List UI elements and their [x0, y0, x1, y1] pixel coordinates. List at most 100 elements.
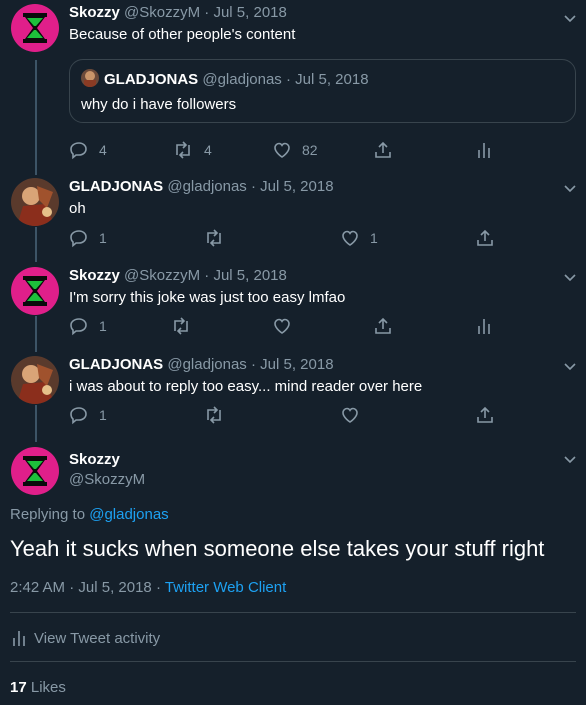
display-name[interactable]: GLADJONAS [69, 356, 163, 373]
tweet-time[interactable]: 2:42 AM [10, 579, 65, 596]
separator: · [204, 4, 210, 21]
timestamp[interactable]: Jul 5, 2018 [213, 4, 286, 21]
tweet-meta: 2:42 AM · Jul 5, 2018 · Twitter Web Clie… [10, 579, 286, 596]
analytics-button[interactable] [475, 316, 493, 336]
handle[interactable]: @SkozzyM [124, 4, 200, 21]
handle[interactable]: @gladjonas [167, 178, 246, 195]
thread-connector [35, 227, 37, 262]
analytics-icon [13, 631, 25, 646]
heart-icon [274, 318, 290, 334]
display-name[interactable]: Skozzy [69, 4, 120, 21]
retweet-icon [207, 406, 221, 424]
tweet-header: Skozzy @SkozzyM · Jul 5, 2018 [69, 267, 287, 284]
chevron-down-icon[interactable] [562, 358, 578, 374]
quote-timestamp: Jul 5, 2018 [295, 71, 369, 88]
chevron-down-icon[interactable] [562, 10, 578, 26]
timestamp[interactable]: Jul 5, 2018 [260, 356, 333, 373]
reply-count: 4 [99, 142, 107, 158]
tweet-header: Skozzy @SkozzyM · Jul 5, 2018 [69, 4, 287, 21]
client-link[interactable]: Twitter Web Client [165, 579, 286, 596]
reply-icon [70, 230, 87, 248]
avatar[interactable] [11, 267, 59, 315]
reply-button[interactable]: 1 [69, 405, 107, 425]
quote-text: why do i have followers [81, 96, 237, 113]
quote-handle: @gladjonas [202, 71, 282, 88]
avatar[interactable] [11, 356, 59, 404]
avatar[interactable] [11, 178, 59, 226]
handle[interactable]: @SkozzyM [124, 267, 200, 284]
likes-label: Likes [30, 679, 66, 696]
share-icon [477, 229, 493, 246]
analytics-icon [478, 319, 490, 334]
share-button[interactable] [475, 228, 495, 248]
retweet-button[interactable] [203, 405, 225, 425]
tweet-text: oh [69, 200, 86, 217]
reply-button[interactable]: 4 [69, 140, 107, 160]
retweet-button[interactable] [170, 316, 192, 336]
retweet-count: 4 [204, 142, 212, 158]
retweet-button[interactable]: 4 [172, 140, 212, 160]
reply-icon [70, 318, 87, 336]
avatar[interactable] [11, 447, 59, 495]
timestamp[interactable]: Jul 5, 2018 [213, 267, 286, 284]
retweet-button[interactable] [203, 228, 225, 248]
separator: · [250, 178, 256, 195]
share-icon [375, 141, 391, 158]
share-button[interactable] [373, 140, 393, 160]
retweet-icon [176, 141, 190, 159]
handle[interactable]: @SkozzyM [69, 471, 145, 488]
like-count: 1 [370, 230, 378, 246]
quoted-tweet[interactable]: GLADJONAS @gladjonas · Jul 5, 2018 why d… [69, 59, 576, 123]
separator: · [285, 71, 291, 88]
heart-icon [342, 230, 358, 246]
reply-button[interactable]: 1 [69, 316, 107, 336]
reply-count: 1 [99, 407, 107, 423]
replying-to: Replying to @gladjonas [10, 506, 169, 523]
chevron-down-icon[interactable] [562, 451, 578, 467]
timestamp[interactable]: Jul 5, 2018 [260, 178, 333, 195]
replying-to-label: Replying to [10, 506, 86, 523]
tweet-text: I'm sorry this joke was just too easy lm… [69, 289, 346, 306]
like-button[interactable] [272, 316, 292, 336]
share-icon [477, 406, 493, 423]
display-name[interactable]: GLADJONAS [69, 178, 163, 195]
handle[interactable]: @gladjonas [167, 356, 246, 373]
divider [10, 661, 576, 662]
main-tweet-text: Yeah it sucks when someone else takes yo… [10, 536, 545, 561]
chevron-down-icon[interactable] [562, 269, 578, 285]
reply-button[interactable]: 1 [69, 228, 107, 248]
divider [10, 612, 576, 613]
separator: · [250, 356, 256, 373]
tweet-text: i was about to reply too easy... mind re… [69, 378, 423, 395]
display-name[interactable]: Skozzy [69, 267, 120, 284]
tweet-header: GLADJONAS @gladjonas · Jul 5, 2018 [69, 356, 334, 373]
quote-header: GLADJONAS @gladjonas · Jul 5, 2018 [104, 71, 369, 88]
thread-connector [35, 316, 37, 352]
share-button[interactable] [475, 405, 495, 425]
likes-count-link[interactable]: 17 Likes [10, 679, 66, 696]
analytics-button[interactable] [475, 140, 493, 160]
reply-count: 1 [99, 318, 107, 334]
avatar[interactable] [11, 4, 59, 52]
display-name[interactable]: Skozzy [69, 451, 120, 468]
like-count: 82 [302, 142, 318, 158]
thread-connector [35, 60, 37, 175]
replying-to-link[interactable]: @gladjonas [89, 506, 168, 523]
chevron-down-icon[interactable] [562, 180, 578, 196]
reply-icon [70, 142, 87, 160]
like-button[interactable]: 82 [272, 140, 318, 160]
tweet-text: Because of other people's content [69, 26, 296, 43]
share-button[interactable] [373, 316, 393, 336]
retweet-icon [174, 317, 188, 335]
thread-connector [35, 405, 37, 442]
like-button[interactable]: 1 [340, 228, 378, 248]
heart-icon [342, 407, 358, 423]
likes-count: 17 [10, 679, 27, 696]
share-icon [375, 317, 391, 334]
separator: · [69, 579, 75, 596]
like-button[interactable] [340, 405, 360, 425]
tweet-date[interactable]: Jul 5, 2018 [78, 579, 151, 596]
separator: · [155, 579, 161, 596]
reply-icon [70, 407, 87, 425]
view-tweet-activity-button[interactable]: View Tweet activity [12, 629, 160, 647]
